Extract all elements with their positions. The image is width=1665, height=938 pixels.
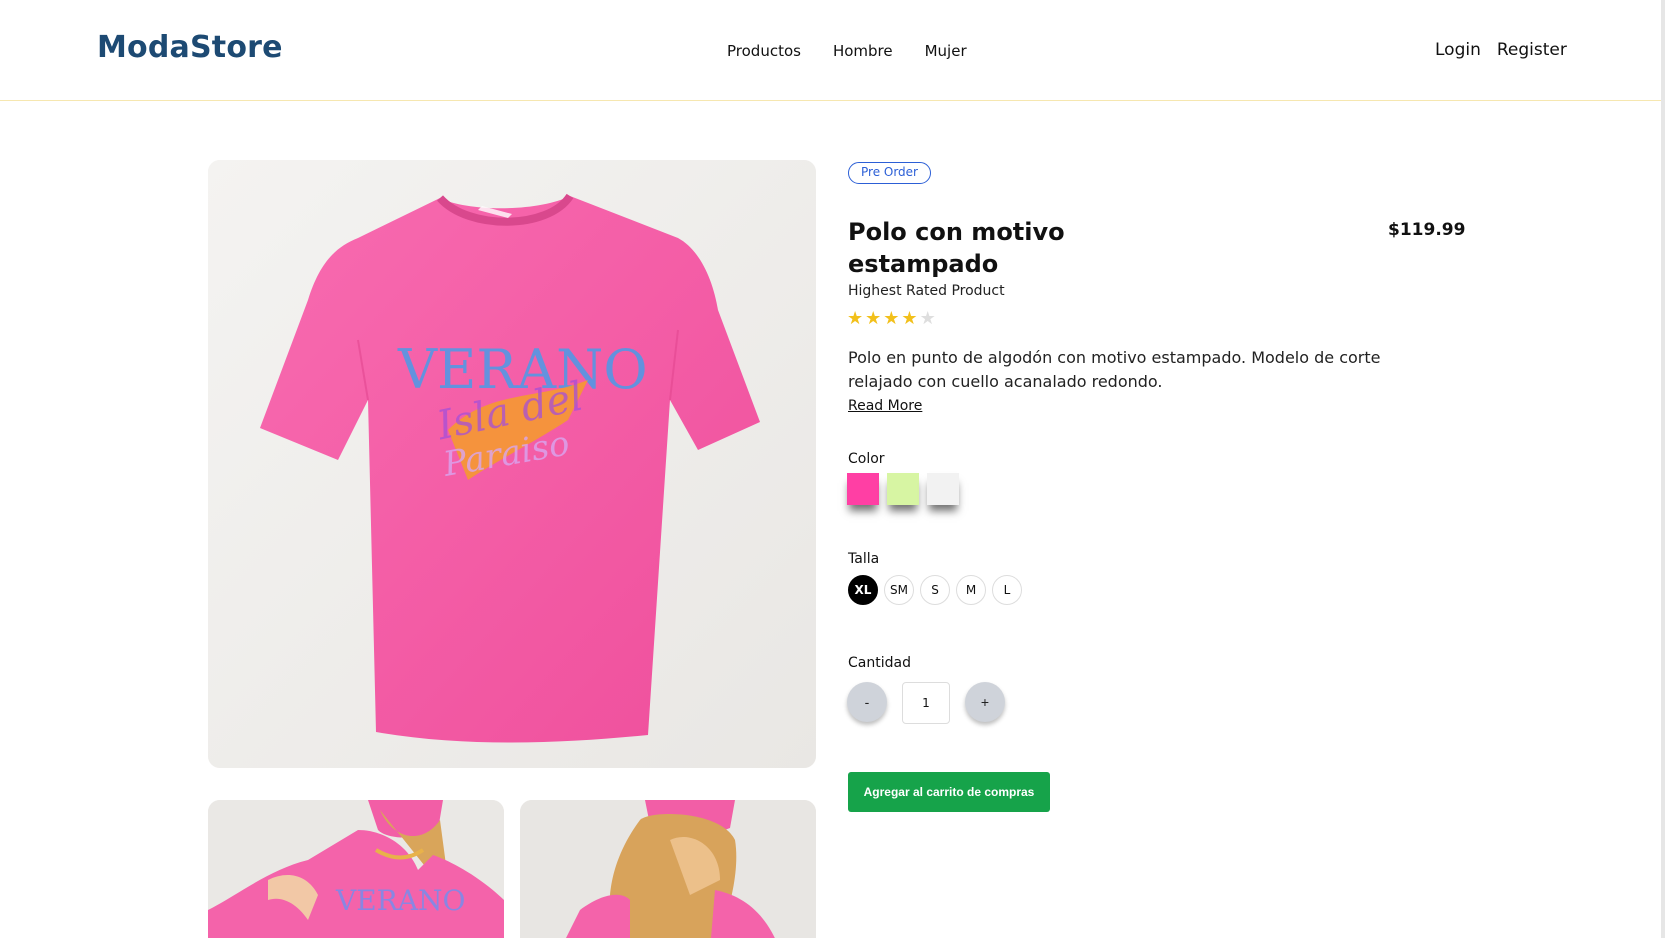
color-swatch-3[interactable] [927,473,959,505]
size-option-m[interactable]: M [956,575,986,605]
star-icon: ★ [883,308,900,329]
login-link[interactable]: Login [1435,40,1481,60]
color-swatch-1[interactable] [847,473,879,505]
quantity-label: Cantidad [848,655,911,671]
site-header: ModaStore Productos Hombre Mujer Login R… [0,0,1665,101]
size-option-sm[interactable]: SM [884,575,914,605]
product-price: $119.99 [1388,220,1466,240]
model-front-image: VERANO [208,800,504,938]
brand-logo[interactable]: ModaStore [97,30,283,65]
page-scrollbar[interactable] [1661,0,1665,938]
product-main-image[interactable]: VERANO Isla del Paraiso [208,160,816,768]
main-nav: Productos Hombre Mujer [727,42,967,60]
nav-item-hombre[interactable]: Hombre [833,42,893,60]
model-back-image [520,800,816,938]
product-description: Polo en punto de algodón con motivo esta… [848,348,1381,391]
nav-item-productos[interactable]: Productos [727,42,801,60]
quantity-stepper: - + [847,682,1011,724]
quantity-decrease-button[interactable]: - [847,682,887,722]
color-swatches [847,473,959,505]
quantity-input[interactable] [902,682,950,724]
svg-text:VERANO: VERANO [335,884,465,917]
read-more-link[interactable]: Read More [848,398,922,414]
nav-item-mujer[interactable]: Mujer [925,42,967,60]
register-link[interactable]: Register [1497,40,1567,60]
size-options: XL SM S M L [848,575,1022,605]
color-label: Color [848,451,885,467]
auth-links: Login Register [1435,40,1567,60]
size-option-l[interactable]: L [992,575,1022,605]
pre-order-badge: Pre Order [848,162,931,184]
star-icon: ★ [901,308,918,329]
quantity-increase-button[interactable]: + [965,682,1005,722]
product-subtitle: Highest Rated Product [848,283,1005,299]
size-label: Talla [848,551,880,567]
size-option-s[interactable]: S [920,575,950,605]
pink-tshirt-image: VERANO Isla del Paraiso [208,160,816,768]
product-thumbnail-back[interactable] [520,800,816,938]
product-thumbnail-front[interactable]: VERANO [208,800,504,938]
rating-stars: ★ ★ ★ ★ ★ [847,308,936,329]
size-option-xl[interactable]: XL [848,575,878,605]
color-swatch-2[interactable] [887,473,919,505]
star-icon: ★ [847,308,864,329]
add-to-cart-button[interactable]: Agregar al carrito de compras [848,772,1050,812]
star-icon: ★ [865,308,882,329]
star-icon: ★ [919,308,936,329]
product-title: Polo con motivo estampado [848,218,1065,278]
